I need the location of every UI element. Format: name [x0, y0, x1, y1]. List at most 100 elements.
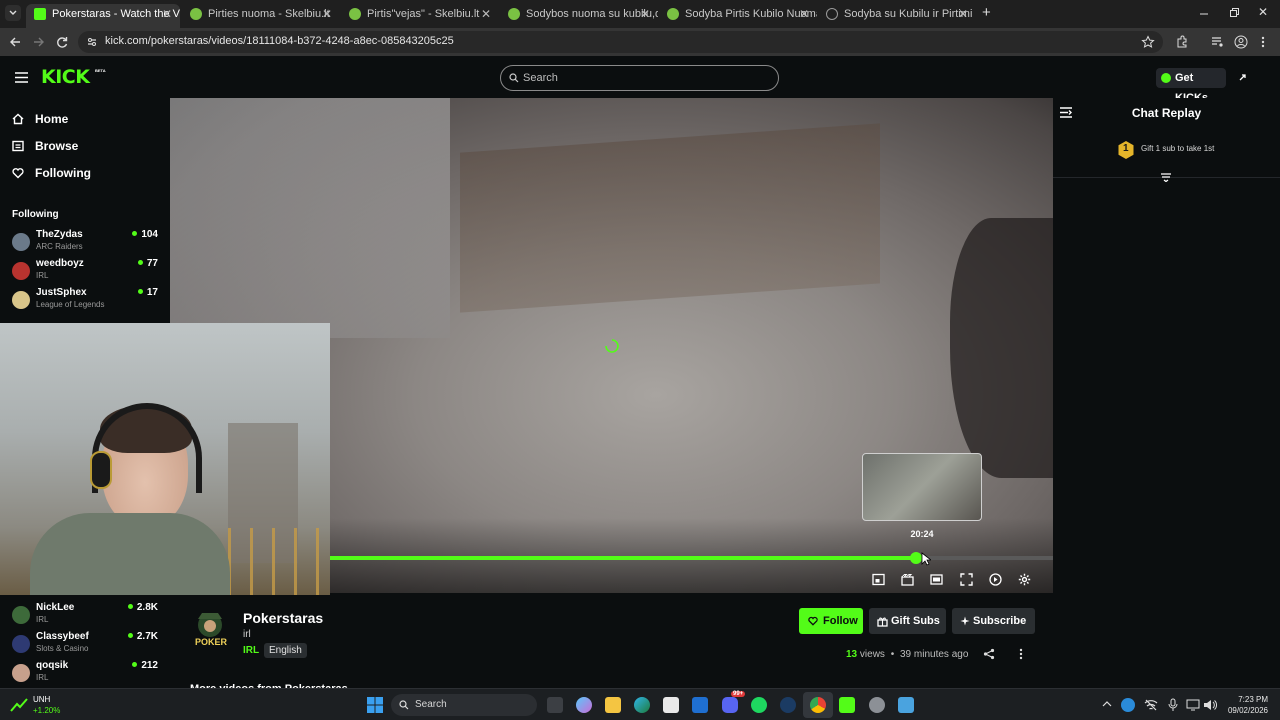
browser-menu-icon[interactable]	[1260, 35, 1266, 49]
new-tab-button[interactable]: +	[982, 4, 991, 21]
browser-tab-sodyba-pirtis[interactable]: Sodyba Pirtis Kubilo Nuoma so ✕	[659, 4, 817, 28]
task-view-icon[interactable]	[547, 697, 563, 713]
gift-subs-button[interactable]: Gift Subs	[869, 608, 946, 634]
search-input[interactable]: Search	[500, 65, 779, 91]
close-tab-icon[interactable]: ✕	[481, 4, 491, 24]
close-tab-icon[interactable]: ✕	[640, 4, 650, 24]
tab-search-button[interactable]	[5, 5, 21, 21]
channel-avatar[interactable]: POKER	[190, 609, 230, 649]
copilot-icon[interactable]	[576, 697, 592, 713]
microphone-tray-icon[interactable]	[1167, 698, 1179, 712]
windows-start-icon[interactable]	[367, 697, 383, 713]
tab-label: Pirties nuoma - Skelbiu.lt	[208, 8, 330, 20]
tray-chevron-up-icon[interactable]	[1102, 700, 1112, 708]
sidebar-channel-thezydas[interactable]: TheZydas ARC Raiders 104	[12, 229, 162, 255]
browser-tab-skelbiu-2[interactable]: Pirtis"vejas" - Skelbiu.lt ✕	[341, 4, 499, 28]
search-icon	[399, 700, 409, 710]
settings-gear-icon[interactable]	[1018, 573, 1031, 586]
playback-speed-icon[interactable]	[989, 573, 1002, 586]
fullscreen-icon[interactable]	[960, 573, 973, 586]
address-bar[interactable]: kick.com/pokerstaras/videos/18111084-b37…	[78, 31, 1163, 53]
steam-icon[interactable]	[780, 697, 796, 713]
edge-browser-icon[interactable]	[634, 697, 650, 713]
globe-favicon-icon	[826, 8, 838, 20]
close-tab-icon[interactable]: ✕	[322, 4, 332, 24]
progress-fill	[330, 556, 916, 560]
close-tab-icon[interactable]: ✕	[162, 4, 172, 24]
kick-logo[interactable]: KICK BETA	[41, 66, 106, 88]
category-link[interactable]: IRL	[243, 645, 259, 656]
snipping-tool-icon[interactable]	[898, 697, 914, 713]
channel-name: NickLee	[36, 602, 75, 613]
discord-icon[interactable]: 99+	[722, 691, 746, 713]
back-arrow-icon[interactable]	[8, 35, 22, 49]
channel-name[interactable]: Pokerstaras	[243, 610, 323, 626]
user-menu-icon[interactable]	[1236, 71, 1250, 85]
sidebar-channel-classybeef[interactable]: Classybeef Slots & Casino 2.7K	[12, 631, 162, 657]
media-controls-icon[interactable]	[1210, 35, 1224, 49]
microsoft-store-icon[interactable]	[663, 697, 679, 713]
sidebar-item-browse[interactable]: Browse	[12, 136, 78, 156]
miniplayer-icon[interactable]	[872, 573, 885, 586]
chat-panel: Chat Replay 1 Gift 1 sub to take 1st	[1053, 98, 1280, 688]
gift-leaderboard-text: Gift 1 sub to take 1st	[1141, 144, 1215, 153]
minimize-button[interactable]	[1198, 6, 1210, 18]
close-tab-icon[interactable]: ✕	[799, 4, 809, 24]
share-icon[interactable]	[983, 648, 995, 660]
sidebar-channel-nicklee[interactable]: NickLee IRL 2.8K	[12, 602, 162, 628]
close-tab-icon[interactable]: ✕	[958, 4, 968, 24]
sync-tray-icon[interactable]	[1121, 698, 1135, 712]
file-explorer-icon[interactable]	[605, 697, 621, 713]
sidebar-channel-qoqsik[interactable]: qoqsik IRL 212	[12, 660, 162, 686]
browser-tab-sodyba-kubilu[interactable]: Sodyba su Kubilu ir Pirtimi - Nu ✕	[818, 4, 976, 28]
theater-mode-icon[interactable]	[930, 573, 943, 586]
sidebar-item-home[interactable]: Home	[12, 109, 68, 129]
browser-tab-sodybos[interactable]: Sodybos nuoma su kubilu,džiak ✕	[500, 4, 658, 28]
gift-leaderboard-badge[interactable]: 1	[1117, 140, 1135, 160]
progress-bar[interactable]	[330, 552, 1053, 564]
browser-tab-skelbiu-1[interactable]: Pirties nuoma - Skelbiu.lt ✕	[182, 4, 340, 28]
follow-button[interactable]: Follow	[799, 608, 863, 634]
close-window-button[interactable]: ✕	[1258, 5, 1268, 19]
spotify-icon[interactable]	[751, 697, 767, 713]
chrome-icon[interactable]	[810, 697, 826, 713]
forward-arrow-icon[interactable]	[32, 35, 46, 49]
profile-icon[interactable]	[1234, 35, 1248, 49]
views-label: views	[859, 649, 885, 660]
clip-icon[interactable]	[901, 573, 914, 586]
outlook-icon[interactable]	[692, 697, 708, 713]
sidebar-channel-justsphex[interactable]: JustSphex League of Legends 17	[12, 287, 162, 313]
stats-separator: •	[890, 649, 895, 660]
site-info-icon[interactable]	[86, 36, 98, 48]
language-tag[interactable]: English	[264, 643, 307, 658]
stock-trend-icon	[10, 698, 28, 712]
more-options-icon[interactable]	[1018, 648, 1024, 660]
hamburger-menu-icon[interactable]	[15, 72, 28, 83]
extensions-icon[interactable]	[1175, 35, 1189, 49]
search-placeholder: Search	[523, 72, 558, 84]
restore-button[interactable]	[1228, 6, 1240, 18]
sidebar-channel-weedboyz[interactable]: weedboyz IRL 77	[12, 258, 162, 284]
bookmark-star-icon[interactable]	[1141, 35, 1155, 49]
taskbar-search[interactable]: Search	[391, 694, 537, 716]
reload-icon[interactable]	[55, 35, 69, 49]
get-kicks-button[interactable]: Get KICKs	[1156, 68, 1226, 104]
kick-app-icon[interactable]	[839, 697, 855, 713]
settings-app-icon[interactable]	[869, 697, 885, 713]
browser-tab-kick[interactable]: Pokerstaras - Watch the VOD ✕	[26, 4, 180, 28]
sidebar-item-label: Following	[35, 166, 91, 180]
subscribe-button[interactable]: Subscribe	[952, 608, 1035, 634]
channel-name: qoqsik	[36, 660, 69, 671]
display-tray-icon[interactable]	[1186, 698, 1200, 712]
expand-leaderboard-icon[interactable]	[1160, 172, 1172, 182]
chevron-down-icon	[9, 10, 17, 15]
network-tray-icon[interactable]	[1144, 698, 1158, 712]
sidebar-item-following[interactable]: Following	[12, 163, 91, 183]
video-stats: 13 views • 39 minutes ago	[846, 649, 968, 660]
volume-tray-icon[interactable]	[1203, 698, 1217, 712]
mouse-cursor-icon	[921, 552, 931, 566]
tab-label: Pokerstaras - Watch the VOD	[52, 8, 180, 20]
system-clock[interactable]: 7:23 PM 09/02/2026	[1228, 694, 1268, 716]
stock-widget[interactable]: UNH +1.20%	[33, 694, 60, 716]
kicks-coin-icon	[1161, 73, 1171, 83]
